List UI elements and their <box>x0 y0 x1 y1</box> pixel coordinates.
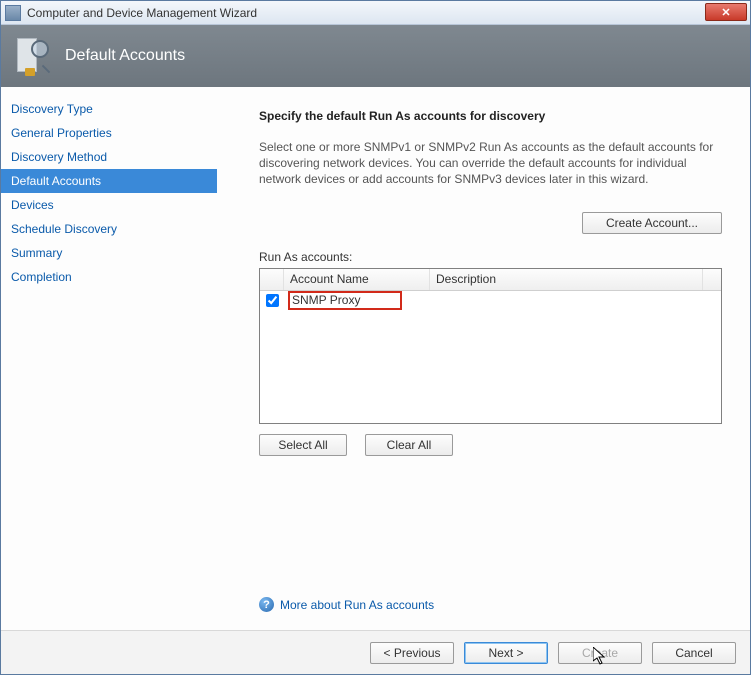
titlebar: Computer and Device Management Wizard ✕ <box>1 1 750 25</box>
wizard-body: Discovery Type General Properties Discov… <box>1 87 750 630</box>
step-devices[interactable]: Devices <box>1 193 217 217</box>
step-discovery-type[interactable]: Discovery Type <box>1 97 217 121</box>
create-account-button[interactable]: Create Account... <box>582 212 722 234</box>
wizard-banner-title: Default Accounts <box>65 47 185 65</box>
page-heading: Specify the default Run As accounts for … <box>259 109 722 123</box>
wizard-banner: Default Accounts <box>1 25 750 87</box>
step-schedule-discovery[interactable]: Schedule Discovery <box>1 217 217 241</box>
column-account-name[interactable]: Account Name <box>284 269 430 290</box>
wizard-banner-icon <box>17 36 51 76</box>
create-account-row: Create Account... <box>259 212 722 234</box>
next-button[interactable]: Next > <box>464 642 548 664</box>
account-row[interactable]: SNMP Proxy <box>260 291 721 311</box>
create-finish-button: Create <box>558 642 642 664</box>
step-default-accounts[interactable]: Default Accounts <box>1 169 217 193</box>
step-summary[interactable]: Summary <box>1 241 217 265</box>
more-about-link-text: More about Run As accounts <box>280 598 434 612</box>
previous-button[interactable]: < Previous <box>370 642 454 664</box>
wizard-steps-sidebar: Discovery Type General Properties Discov… <box>1 87 217 630</box>
grid-header: Account Name Description <box>260 269 721 291</box>
help-icon: ? <box>259 597 274 612</box>
account-row-name-cell: SNMP Proxy <box>284 291 430 312</box>
accounts-list-label: Run As accounts: <box>259 250 722 264</box>
more-about-link[interactable]: ? More about Run As accounts <box>259 597 434 612</box>
wizard-footer: < Previous Next > Create Cancel <box>1 630 750 674</box>
page-description: Select one or more SNMPv1 or SNMPv2 Run … <box>259 139 722 188</box>
cancel-button[interactable]: Cancel <box>652 642 736 664</box>
clear-all-button[interactable]: Clear All <box>365 434 453 456</box>
accounts-grid: Account Name Description SNMP Proxy <box>259 268 722 424</box>
step-discovery-method[interactable]: Discovery Method <box>1 145 217 169</box>
select-all-button[interactable]: Select All <box>259 434 347 456</box>
grid-body: SNMP Proxy <box>260 291 721 423</box>
app-icon <box>5 5 21 21</box>
column-spacer <box>703 269 721 290</box>
step-general-properties[interactable]: General Properties <box>1 121 217 145</box>
window-title: Computer and Device Management Wizard <box>27 6 257 20</box>
column-description[interactable]: Description <box>430 269 703 290</box>
account-row-name: SNMP Proxy <box>288 291 402 310</box>
close-icon: ✕ <box>721 6 730 19</box>
column-checkbox[interactable] <box>260 269 284 290</box>
step-completion[interactable]: Completion <box>1 265 217 289</box>
account-row-checkbox[interactable] <box>266 294 279 307</box>
close-button[interactable]: ✕ <box>705 3 747 21</box>
selection-buttons-row: Select All Clear All <box>259 434 722 456</box>
account-row-checkbox-cell <box>260 294 284 307</box>
wizard-window: Computer and Device Management Wizard ✕ … <box>0 0 751 675</box>
wizard-content: Specify the default Run As accounts for … <box>217 87 750 630</box>
